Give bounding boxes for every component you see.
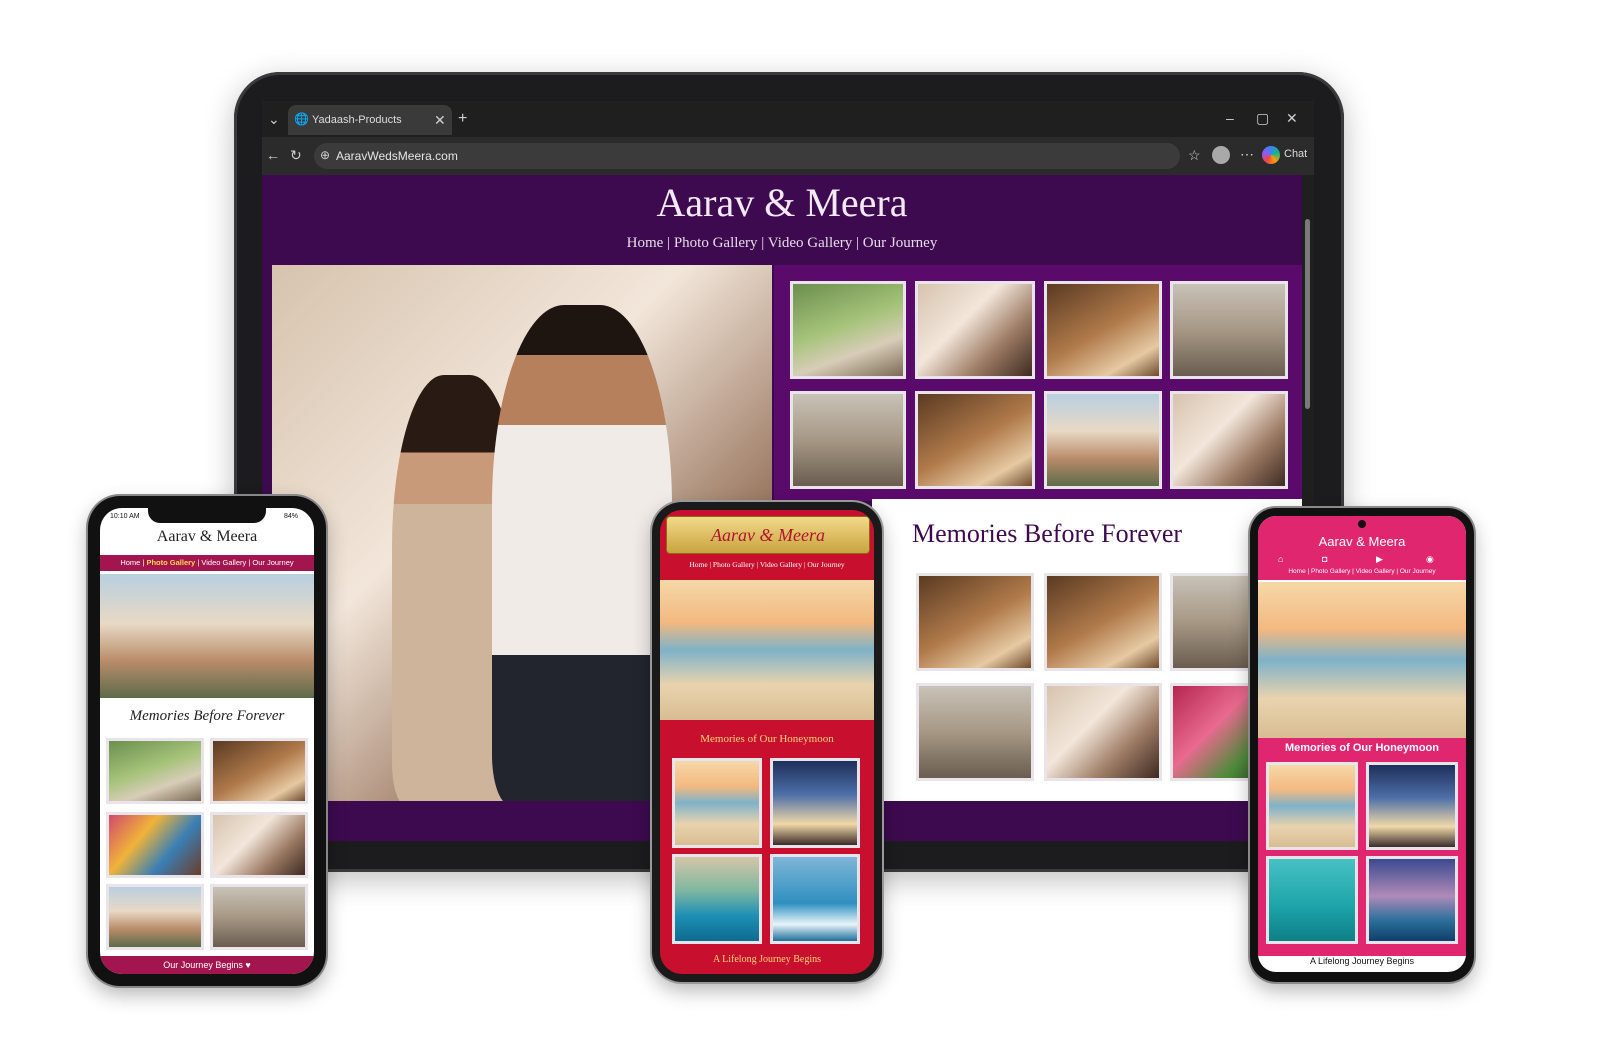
phone2-footer: A Lifelong Journey Begins bbox=[712, 954, 822, 965]
phone3-nav[interactable]: Home | Photo Gallery | Video Gallery | O… bbox=[1258, 568, 1466, 575]
phone3-thumb[interactable] bbox=[1366, 762, 1458, 850]
gallery-thumb[interactable] bbox=[790, 391, 906, 489]
memory-thumb[interactable] bbox=[916, 573, 1034, 671]
home-icon[interactable]: ⌂ bbox=[1278, 554, 1283, 564]
memories-title: Memories Before Forever bbox=[912, 519, 1183, 548]
phone2-hero-photo bbox=[660, 580, 874, 720]
phone3-thumb[interactable] bbox=[1266, 762, 1358, 850]
phone-middle-screen: Aarav & Meera Home | Photo Gallery | Vid… bbox=[660, 510, 874, 974]
phone3-footer: A Lifelong Journey Begins bbox=[1309, 956, 1415, 966]
status-time: 10:10 AM bbox=[110, 513, 140, 520]
minimize-icon[interactable]: – bbox=[1226, 111, 1234, 125]
phone3-thumb[interactable] bbox=[1366, 856, 1458, 944]
phone1-thumb[interactable] bbox=[106, 884, 204, 950]
phone2-thumb[interactable] bbox=[672, 758, 762, 848]
browser-tab[interactable]: 🌐 Yadaash-Products ✕ bbox=[288, 105, 452, 135]
phone1-thumb[interactable] bbox=[210, 812, 308, 878]
window-close-icon[interactable]: ✕ bbox=[1286, 111, 1298, 125]
phone1-thumb[interactable] bbox=[210, 884, 308, 950]
chat-label[interactable]: Chat bbox=[1284, 148, 1307, 160]
phone1-thumb[interactable] bbox=[106, 738, 204, 804]
close-tab-icon[interactable]: ✕ bbox=[434, 113, 446, 127]
gallery-thumb[interactable] bbox=[1170, 391, 1288, 489]
phone-left-screen: 10:10 AM 84% Aarav & Meera Home | Photo … bbox=[100, 508, 314, 974]
phone2-nav[interactable]: Home | Photo Gallery | Video Gallery | O… bbox=[660, 560, 874, 569]
nav-photo-gallery[interactable]: Photo Gallery bbox=[146, 558, 195, 567]
profile-avatar[interactable] bbox=[1212, 146, 1230, 164]
browser-tab-bar: ⌄ 🌐 Yadaash-Products ✕ + – ▢ ✕ bbox=[262, 101, 1314, 137]
restore-icon[interactable]: ▢ bbox=[1256, 111, 1269, 125]
phone1-hero-photo bbox=[100, 574, 314, 698]
globe-icon: 🌐 bbox=[294, 112, 309, 126]
phone3-camera-hole bbox=[1358, 520, 1366, 528]
phone3-thumb[interactable] bbox=[1266, 856, 1358, 944]
phone1-footer: Our Journey Begins ♥ bbox=[100, 956, 314, 974]
tab-title: Yadaash-Products bbox=[312, 114, 402, 126]
new-tab-icon[interactable]: + bbox=[458, 111, 467, 127]
nav-video-gallery[interactable]: Video Gallery bbox=[201, 558, 246, 567]
phone1-thumb[interactable] bbox=[210, 738, 308, 804]
favorite-star-icon[interactable]: ☆ bbox=[1188, 148, 1201, 162]
phone2-title-banner: Aarav & Meera bbox=[666, 516, 870, 554]
scrollbar-thumb[interactable] bbox=[1305, 219, 1310, 409]
phone3-section-title: Memories of Our Honeymoon bbox=[1284, 742, 1440, 754]
memory-thumb[interactable] bbox=[916, 683, 1034, 781]
gallery-thumb[interactable] bbox=[1044, 281, 1162, 379]
back-arrow-icon[interactable]: ← bbox=[266, 148, 280, 162]
gallery-thumb[interactable] bbox=[790, 281, 906, 379]
address-bar[interactable]: ⊕ AaravWedsMeera.com bbox=[314, 143, 1180, 169]
compass-icon[interactable]: ◉ bbox=[1426, 554, 1434, 565]
site-title: Aarav & Meera bbox=[656, 180, 908, 225]
phone1-section-title: Memories Before Forever bbox=[129, 708, 285, 724]
more-menu-icon[interactable]: ⋯ bbox=[1240, 147, 1254, 161]
gallery-thumb[interactable] bbox=[915, 281, 1035, 379]
copilot-icon[interactable] bbox=[1262, 146, 1280, 164]
gallery-thumb[interactable] bbox=[915, 391, 1035, 489]
phone2-thumb[interactable] bbox=[672, 854, 762, 944]
video-icon[interactable]: ▶ bbox=[1376, 554, 1383, 565]
phone3-title: Aarav & Meera bbox=[1318, 534, 1406, 549]
phone1-title: Aarav & Meera bbox=[156, 528, 258, 545]
url-text: AaravWedsMeera.com bbox=[336, 149, 458, 163]
man-figure bbox=[492, 305, 672, 801]
memory-thumb[interactable] bbox=[1044, 683, 1162, 781]
phone3-hero-photo bbox=[1258, 582, 1466, 738]
nav-our-journey[interactable]: Our Journey bbox=[252, 558, 293, 567]
phone1-thumb[interactable] bbox=[106, 812, 204, 878]
tab-list-chevron-icon[interactable]: ⌄ bbox=[268, 112, 280, 126]
site-info-icon[interactable]: ⊕ bbox=[320, 149, 330, 161]
phone-right-screen: Aarav & Meera ⌂ ◘ ▶ ◉ Home | Photo Galle… bbox=[1258, 516, 1466, 972]
phone2-thumb[interactable] bbox=[770, 758, 860, 848]
site-nav[interactable]: Home | Photo Gallery | Video Gallery | O… bbox=[262, 235, 1302, 252]
status-battery: 84% bbox=[284, 513, 299, 520]
gallery-thumb[interactable] bbox=[1170, 281, 1288, 379]
phone1-notch bbox=[148, 505, 266, 523]
phone2-section-title: Memories of Our Honeymoon bbox=[700, 733, 834, 745]
phone2-thumb[interactable] bbox=[770, 854, 860, 944]
phone1-nav: Home | Photo Gallery | Video Gallery | O… bbox=[100, 555, 314, 571]
memory-thumb[interactable] bbox=[1044, 573, 1162, 671]
reload-icon[interactable]: ↻ bbox=[290, 148, 302, 162]
nav-home[interactable]: Home bbox=[120, 558, 140, 567]
gallery-thumb[interactable] bbox=[1044, 391, 1162, 489]
camera-icon[interactable]: ◘ bbox=[1322, 554, 1327, 564]
address-toolbar: ← ↻ ⊕ AaravWedsMeera.com ☆ ⋯ Chat bbox=[262, 137, 1314, 175]
